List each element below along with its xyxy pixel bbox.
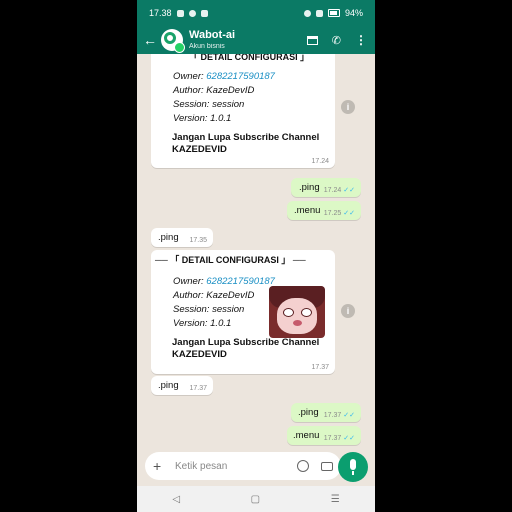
- plus-icon[interactable]: +: [153, 458, 169, 474]
- session-value: session: [212, 304, 245, 315]
- version-value: 1.0.1: [210, 318, 232, 329]
- channel-name: KAZEDEVID: [172, 349, 227, 360]
- bot-config-message[interactable]: ── 「 DETAIL CONFIGURASI 」 ── Owner: 6282…: [151, 250, 335, 374]
- session-label: Session:: [173, 99, 210, 110]
- wifi-icon: [315, 9, 323, 17]
- author-label: Author:: [173, 85, 204, 96]
- message-text: .menu: [293, 430, 320, 441]
- nav-recents-icon[interactable]: ☰: [331, 494, 340, 505]
- message-input-bar: + Ketik pesan: [137, 450, 375, 486]
- contact-info[interactable]: Wabot-ai Akun bisnis: [189, 29, 307, 51]
- message-composer[interactable]: + Ketik pesan: [145, 452, 341, 480]
- outgoing-message[interactable]: .ping 17.24 ✓✓: [291, 178, 361, 197]
- battery-level: 94%: [344, 8, 363, 18]
- status-time: 17.38: [149, 8, 172, 18]
- notification-icon: [200, 9, 208, 17]
- session-value: session: [212, 99, 245, 110]
- message-text: .ping: [158, 232, 179, 243]
- message-time: 17.37: [323, 412, 342, 419]
- more-vert-icon[interactable]: ⋮: [355, 33, 367, 47]
- version-label: Version:: [173, 318, 208, 329]
- chat-header: ← Wabot-ai Akun bisnis ✆ ⋮: [137, 26, 375, 54]
- author-label: Author:: [173, 290, 204, 301]
- anime-sticker-image[interactable]: [269, 286, 325, 338]
- version-value: 1.0.1: [210, 113, 232, 124]
- read-receipt-icon: ✓✓: [343, 412, 355, 419]
- owner-phone-link[interactable]: 6282217590187: [206, 276, 275, 287]
- owner-phone-link[interactable]: 6282217590187: [206, 71, 275, 82]
- outgoing-message[interactable]: .menu 17.25 ✓✓: [287, 201, 361, 220]
- system-nav-bar: ◁ ▢ ☰: [137, 486, 375, 512]
- message-time: 17.24: [311, 158, 329, 165]
- info-icon[interactable]: i: [341, 100, 355, 114]
- channel-name: KAZEDEVID: [172, 144, 227, 155]
- message-text: .menu: [294, 205, 321, 216]
- read-receipt-icon: ✓✓: [343, 435, 355, 442]
- message-text: .ping: [298, 407, 319, 418]
- outgoing-message[interactable]: .ping 17.37 ✓✓: [291, 403, 361, 422]
- message-time: 17.24: [323, 187, 342, 194]
- mic-icon[interactable]: [338, 452, 368, 482]
- config-header: ── 「 DETAIL CONFIGURASI 」 ──: [155, 255, 306, 265]
- contact-subtitle: Akun bisnis: [189, 43, 225, 50]
- store-icon[interactable]: [306, 35, 318, 45]
- message-text: .ping: [299, 182, 320, 193]
- status-bar: 17.38 94%: [137, 0, 375, 26]
- message-time: 17.37: [311, 364, 329, 371]
- verified-badge-icon: [174, 42, 185, 53]
- author-value: KazeDevID: [206, 85, 255, 96]
- owner-label: Owner:: [173, 276, 204, 287]
- channel-text: Jangan Lupa Subscribe Channel: [172, 132, 320, 143]
- battery-icon: [327, 9, 340, 17]
- bot-config-message[interactable]: 「 DETAIL CONFIGURASI 」 Owner: 6282217590…: [151, 54, 335, 168]
- message-time: 17.35: [189, 237, 207, 244]
- avatar[interactable]: [161, 29, 185, 53]
- nav-back-icon[interactable]: ◁: [172, 494, 180, 505]
- config-header: 「 DETAIL CONFIGURASI 」: [189, 54, 310, 62]
- version-label: Version:: [173, 113, 208, 124]
- author-value: KazeDevID: [206, 290, 255, 301]
- info-icon[interactable]: i: [341, 304, 355, 318]
- channel-text: Jangan Lupa Subscribe Channel: [172, 337, 320, 348]
- alarm-icon: [303, 9, 311, 17]
- nav-home-icon[interactable]: ▢: [251, 494, 260, 505]
- back-arrow-icon[interactable]: ←: [143, 32, 157, 48]
- outgoing-message[interactable]: .menu 17.37 ✓✓: [287, 426, 361, 445]
- emoji-icon[interactable]: [297, 460, 309, 472]
- add-call-icon[interactable]: ✆: [332, 34, 341, 47]
- incoming-message[interactable]: .ping 17.35: [151, 228, 213, 247]
- message-time: 17.25: [323, 210, 342, 217]
- phone-screen: 17.38 94% ← Wabot-ai Akun bisnis ✆ ⋮ 「 D…: [137, 0, 375, 512]
- message-time: 17.37: [189, 385, 207, 392]
- notification-icon: [188, 9, 196, 17]
- session-label: Session:: [173, 304, 210, 315]
- camera-icon[interactable]: [321, 461, 333, 471]
- incoming-message[interactable]: .ping 17.37: [151, 376, 213, 395]
- owner-label: Owner:: [173, 71, 204, 82]
- read-receipt-icon: ✓✓: [343, 210, 355, 217]
- message-time: 17.37: [323, 435, 342, 442]
- message-input[interactable]: Ketik pesan: [169, 461, 297, 472]
- notification-icon: [176, 9, 184, 17]
- contact-name: Wabot-ai: [189, 29, 236, 41]
- message-text: .ping: [158, 380, 179, 391]
- chat-area[interactable]: 「 DETAIL CONFIGURASI 」 Owner: 6282217590…: [137, 54, 375, 450]
- read-receipt-icon: ✓✓: [343, 187, 355, 194]
